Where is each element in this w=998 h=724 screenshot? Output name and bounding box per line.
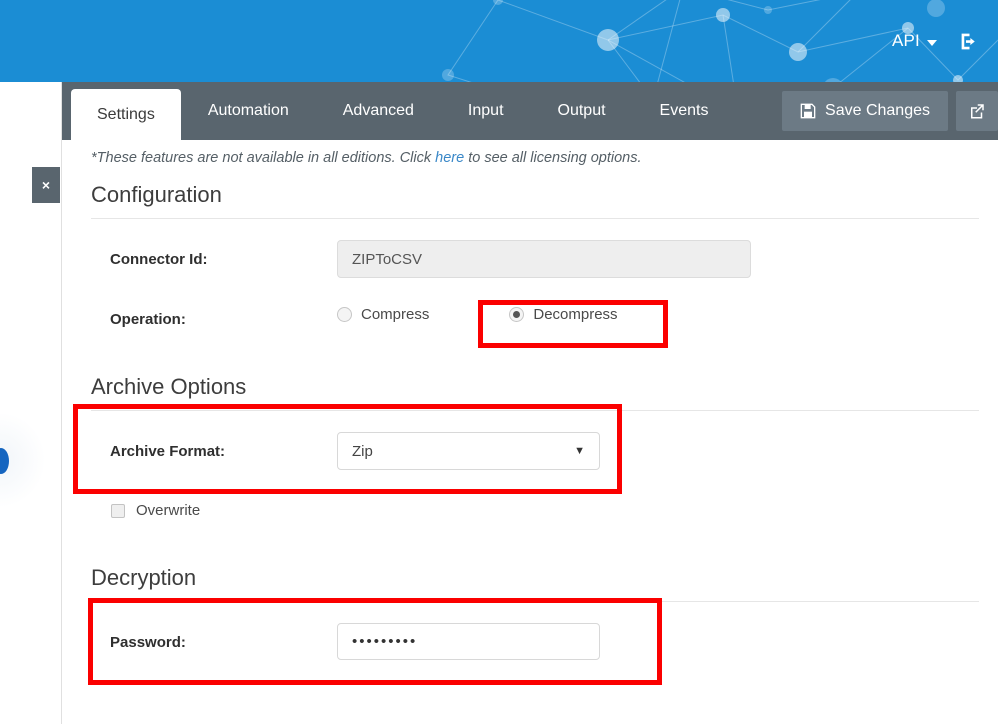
archive-format-label: Archive Format: bbox=[110, 443, 226, 460]
api-menu-label: API bbox=[891, 31, 920, 50]
api-menu[interactable]: API bbox=[892, 31, 937, 51]
password-label: Password: bbox=[110, 634, 186, 651]
open-external-button[interactable] bbox=[956, 91, 998, 131]
save-changes-button[interactable]: Save Changes bbox=[782, 91, 948, 131]
decryption-divider bbox=[91, 601, 979, 602]
configuration-divider bbox=[91, 218, 979, 219]
tab-automation-label: Automation bbox=[207, 102, 289, 119]
tab-advanced-label: Advanced bbox=[342, 102, 414, 119]
floppy-disk-icon bbox=[800, 103, 816, 119]
configuration-section-title: Configuration bbox=[91, 182, 222, 207]
password-input[interactable]: ••••••••• bbox=[337, 623, 600, 660]
licensing-notice-suffix: to see all licensing options. bbox=[464, 150, 642, 166]
tab-bar-actions: Save Changes bbox=[782, 82, 998, 140]
settings-panel: *These features are not available in all… bbox=[62, 140, 998, 724]
radio-decompress[interactable]: Decompress bbox=[509, 306, 618, 323]
chevron-down-icon bbox=[927, 39, 937, 46]
tab-events-label: Events bbox=[659, 102, 709, 119]
radio-compress[interactable]: Compress bbox=[337, 306, 429, 323]
archive-format-select[interactable]: Zip ▼ bbox=[337, 432, 600, 470]
tab-input[interactable]: Input bbox=[441, 82, 531, 140]
overwrite-checkbox-row[interactable]: Overwrite bbox=[111, 502, 200, 519]
tab-settings[interactable]: Settings bbox=[71, 89, 181, 140]
tab-output-label: Output bbox=[557, 102, 606, 119]
save-changes-label: Save Changes bbox=[825, 102, 930, 119]
connector-id-label: Connector Id: bbox=[110, 251, 208, 268]
archive-options-divider bbox=[91, 410, 979, 411]
close-panel-button[interactable]: × bbox=[32, 167, 60, 203]
tab-settings-label: Settings bbox=[97, 105, 155, 123]
archive-format-value: Zip bbox=[352, 442, 373, 460]
radio-compress-icon bbox=[337, 307, 352, 322]
tab-advanced[interactable]: Advanced bbox=[316, 82, 441, 140]
operation-label: Operation: bbox=[110, 311, 186, 328]
header-actions: API bbox=[892, 0, 986, 82]
operation-radio-group: Compress Decompress bbox=[337, 306, 618, 323]
tab-events[interactable]: Events bbox=[633, 82, 736, 140]
overwrite-label: Overwrite bbox=[136, 502, 201, 519]
decryption-section-title: Decryption bbox=[91, 565, 197, 590]
sign-out-button[interactable] bbox=[959, 31, 980, 52]
application-window: API × Settings Automation Advanced Input… bbox=[0, 0, 998, 724]
tab-list: Settings Automation Advanced Input Outpu… bbox=[62, 82, 735, 140]
external-link-icon bbox=[971, 104, 984, 119]
radio-compress-label: Compress bbox=[361, 306, 430, 323]
chevron-down-icon: ▼ bbox=[574, 445, 585, 457]
app-header: API bbox=[0, 0, 998, 82]
archive-options-section-title: Archive Options bbox=[91, 374, 247, 399]
tab-input-label: Input bbox=[467, 102, 504, 119]
connector-id-input[interactable]: ZIPToCSV bbox=[337, 240, 751, 278]
licensing-notice-prefix: *These features are not available in all… bbox=[91, 150, 436, 166]
sign-out-icon bbox=[961, 33, 975, 49]
licensing-notice: *These features are not available in all… bbox=[91, 150, 642, 166]
tab-output[interactable]: Output bbox=[531, 82, 633, 140]
tab-automation[interactable]: Automation bbox=[181, 82, 316, 140]
licensing-here-link[interactable]: here bbox=[435, 150, 464, 166]
radio-decompress-icon bbox=[509, 307, 525, 322]
tab-bar: Settings Automation Advanced Input Outpu… bbox=[62, 82, 998, 140]
radio-decompress-label: Decompress bbox=[533, 306, 618, 323]
overwrite-checkbox-icon bbox=[111, 503, 125, 518]
